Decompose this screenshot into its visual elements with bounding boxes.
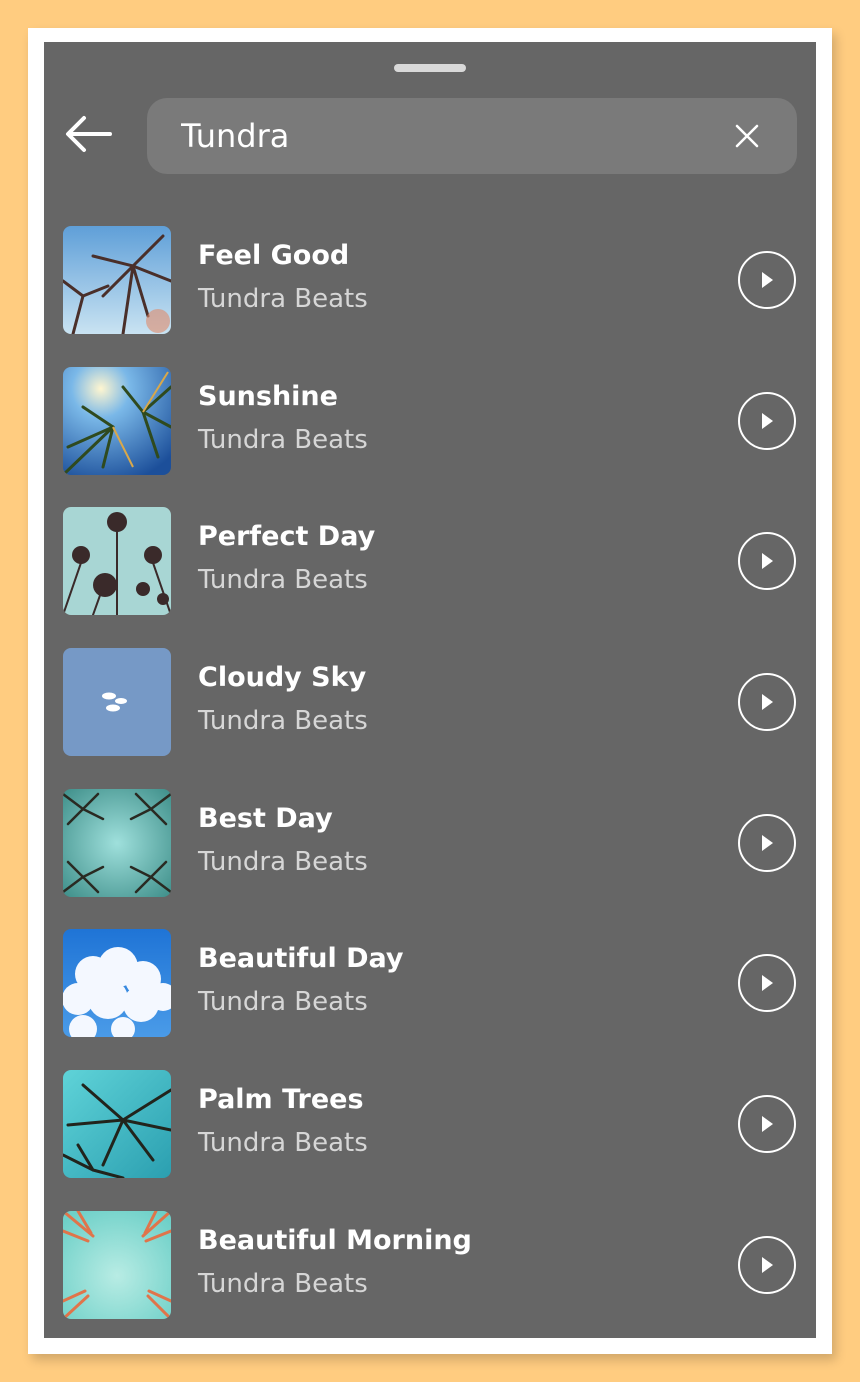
clear-search-button[interactable]	[727, 116, 767, 156]
track-row[interactable]: Beautiful Morning Tundra Beats	[44, 1210, 816, 1338]
back-button[interactable]	[62, 112, 116, 156]
track-artist: Tundra Beats	[198, 424, 368, 455]
play-icon	[762, 975, 773, 992]
play-button[interactable]	[738, 673, 796, 732]
play-button[interactable]	[738, 954, 796, 1013]
play-icon	[762, 412, 773, 429]
album-art	[63, 929, 171, 1038]
play-icon	[762, 1256, 773, 1273]
track-artist: Tundra Beats	[198, 846, 368, 877]
track-row[interactable]: Best Day Tundra Beats	[44, 788, 816, 930]
play-icon	[762, 694, 773, 711]
search-input[interactable]	[179, 105, 727, 167]
play-button[interactable]	[738, 1095, 796, 1154]
track-row[interactable]: Perfect Day Tundra Beats	[44, 507, 816, 648]
track-row[interactable]: Beautiful Day Tundra Beats	[44, 929, 816, 1070]
track-title: Beautiful Morning	[198, 1224, 472, 1256]
track-title: Perfect Day	[198, 521, 376, 553]
track-row[interactable]: Feel Good Tundra Beats	[44, 226, 816, 367]
track-title: Sunshine	[198, 380, 338, 412]
track-artist: Tundra Beats	[198, 1128, 368, 1159]
back-arrow-icon	[66, 116, 112, 152]
album-art	[63, 648, 171, 757]
search-bar	[147, 98, 797, 174]
drag-handle[interactable]	[394, 64, 466, 72]
play-icon	[762, 834, 773, 851]
play-button[interactable]	[738, 1235, 796, 1294]
track-list: Feel Good Tundra Beats Sunshine Tundra B…	[44, 226, 816, 1338]
play-icon	[762, 272, 773, 288]
track-artist: Tundra Beats	[198, 284, 368, 314]
track-row[interactable]: Palm Trees Tundra Beats	[44, 1070, 816, 1211]
album-art	[63, 507, 171, 616]
album-art	[63, 1210, 171, 1319]
play-button[interactable]	[738, 532, 796, 591]
photo-frame: Feel Good Tundra Beats	[28, 28, 832, 1354]
track-artist: Tundra Beats	[198, 565, 368, 596]
play-icon	[762, 553, 773, 570]
album-art	[63, 226, 171, 334]
track-artist: Tundra Beats	[198, 987, 368, 1018]
track-row[interactable]: Cloudy Sky Tundra Beats	[44, 648, 816, 789]
play-button[interactable]	[738, 813, 796, 872]
music-search-sheet: Feel Good Tundra Beats	[44, 42, 816, 1338]
play-icon	[762, 1116, 773, 1133]
play-button[interactable]	[738, 391, 796, 450]
track-title: Palm Trees	[198, 1084, 364, 1116]
album-art	[63, 788, 171, 897]
track-title: Cloudy Sky	[198, 662, 367, 694]
track-row[interactable]: Sunshine Tundra Beats	[44, 366, 816, 508]
track-title: Best Day	[198, 802, 333, 834]
track-title: Beautiful Day	[198, 943, 404, 975]
album-art	[63, 366, 171, 475]
album-art	[63, 1070, 171, 1179]
track-artist: Tundra Beats	[198, 1268, 368, 1299]
track-artist: Tundra Beats	[198, 706, 368, 737]
close-icon	[735, 124, 759, 148]
play-button[interactable]	[738, 251, 796, 309]
track-title: Feel Good	[198, 240, 350, 271]
